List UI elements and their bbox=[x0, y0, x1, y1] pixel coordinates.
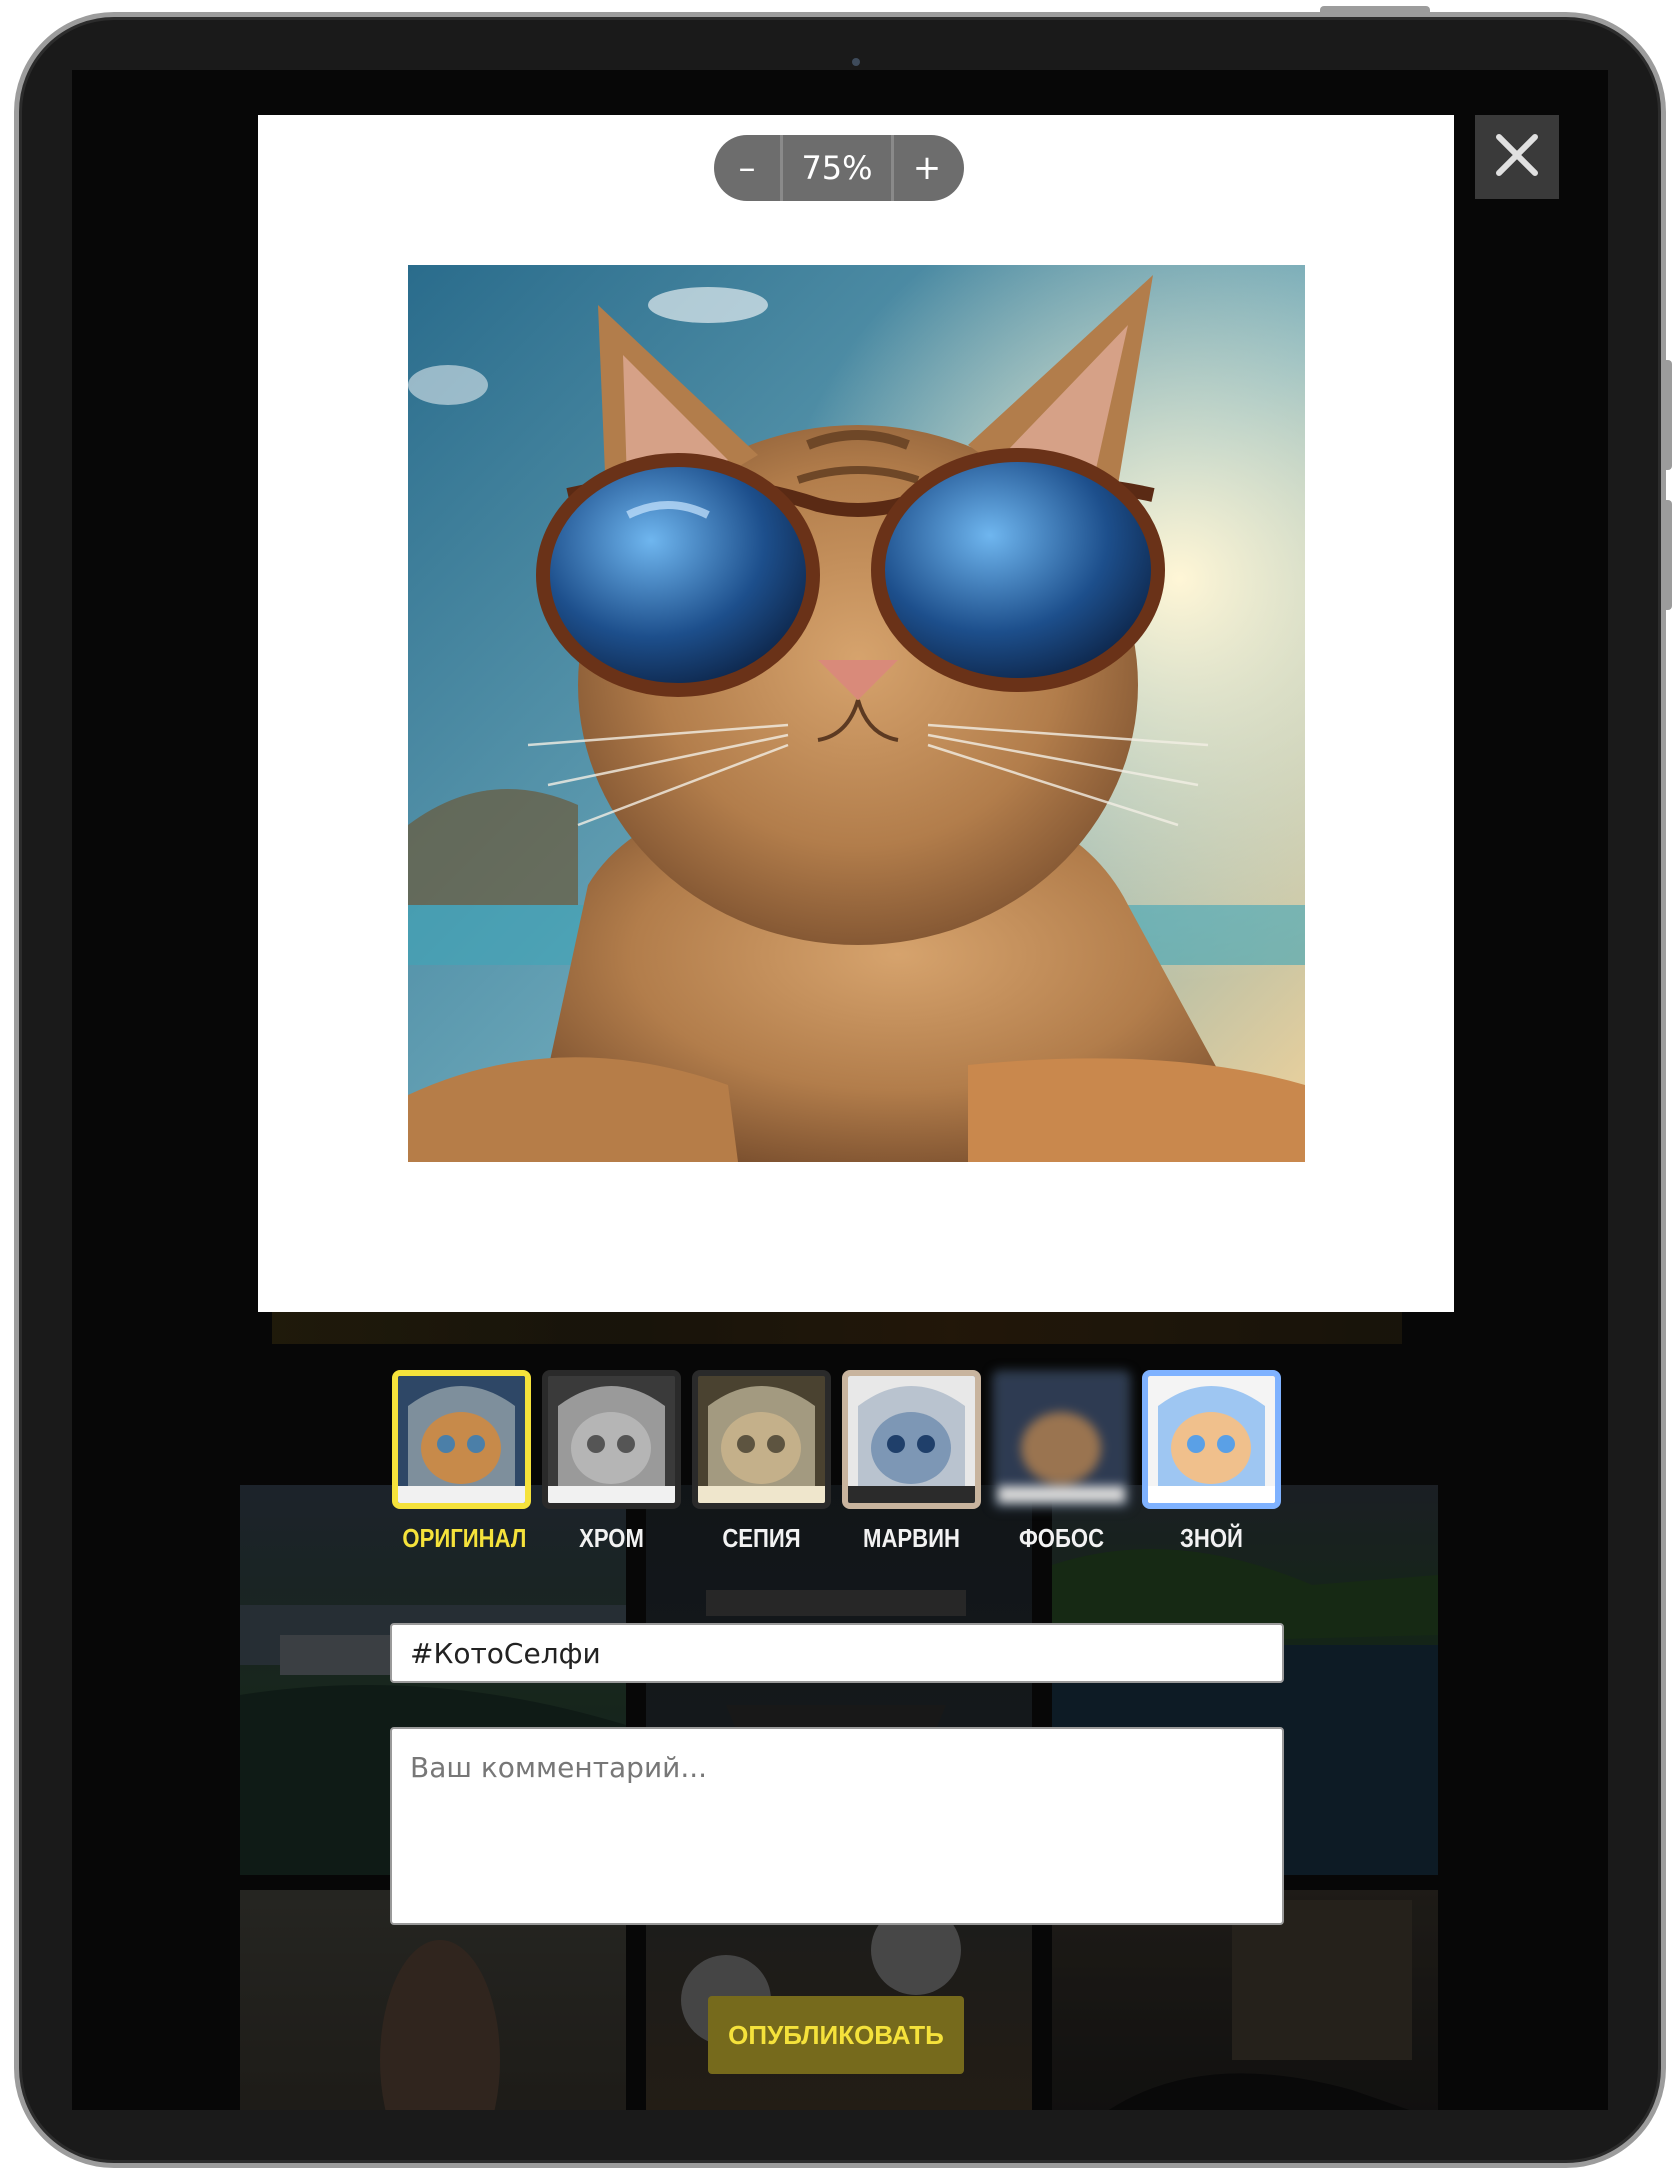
close-icon bbox=[1495, 133, 1539, 181]
filter-thumbnail bbox=[842, 1370, 981, 1509]
filter-thumbnail bbox=[692, 1370, 831, 1509]
filter-label: СЕПИЯ bbox=[722, 1523, 801, 1553]
comment-field[interactable] bbox=[390, 1727, 1284, 1925]
photo-preview-modal: – 75% + bbox=[258, 115, 1454, 1312]
photo-preview bbox=[408, 265, 1305, 1162]
filter-thumbnail bbox=[992, 1370, 1131, 1509]
filter-label: ЗНОЙ bbox=[1180, 1523, 1243, 1553]
volume-up-button bbox=[1662, 360, 1672, 470]
app-screen: – 75% + ОРИГИНАЛ ХРОМ СЕПИЯ МАРВИН ФОБОС… bbox=[72, 70, 1608, 2110]
filter-label: ФОБОС bbox=[1018, 1523, 1105, 1553]
filter-marvin[interactable]: МАРВИН bbox=[842, 1370, 981, 1554]
filter-label: ХРОМ bbox=[579, 1523, 644, 1553]
filter-sepia[interactable]: СЕПИЯ bbox=[692, 1370, 831, 1554]
power-button bbox=[1320, 6, 1430, 14]
filter-chrome[interactable]: ХРОМ bbox=[542, 1370, 681, 1554]
filter-original[interactable]: ОРИГИНАЛ bbox=[392, 1370, 531, 1554]
zoom-in-button[interactable]: + bbox=[894, 135, 960, 201]
filter-znoy[interactable]: ЗНОЙ bbox=[1142, 1370, 1281, 1554]
close-button[interactable] bbox=[1475, 115, 1559, 199]
camera-dot bbox=[852, 58, 860, 66]
filter-list: ОРИГИНАЛ ХРОМ СЕПИЯ МАРВИН ФОБОС ЗНОЙ bbox=[392, 1370, 1281, 1554]
hashtag-input[interactable] bbox=[390, 1623, 1284, 1683]
filter-thumbnail bbox=[1142, 1370, 1281, 1509]
filter-thumbnail bbox=[542, 1370, 681, 1509]
publish-button[interactable]: ОПУБЛИКОВАТЬ bbox=[708, 1996, 964, 2074]
volume-down-button bbox=[1662, 500, 1672, 610]
filter-label: ОРИГИНАЛ bbox=[402, 1523, 527, 1553]
filter-fobos[interactable]: ФОБОС bbox=[992, 1370, 1131, 1554]
zoom-control: – 75% + bbox=[714, 135, 964, 201]
filter-label: МАРВИН bbox=[863, 1523, 960, 1553]
zoom-out-button[interactable]: – bbox=[714, 135, 780, 201]
filter-thumbnail bbox=[392, 1370, 531, 1509]
zoom-level: 75% bbox=[780, 135, 894, 201]
